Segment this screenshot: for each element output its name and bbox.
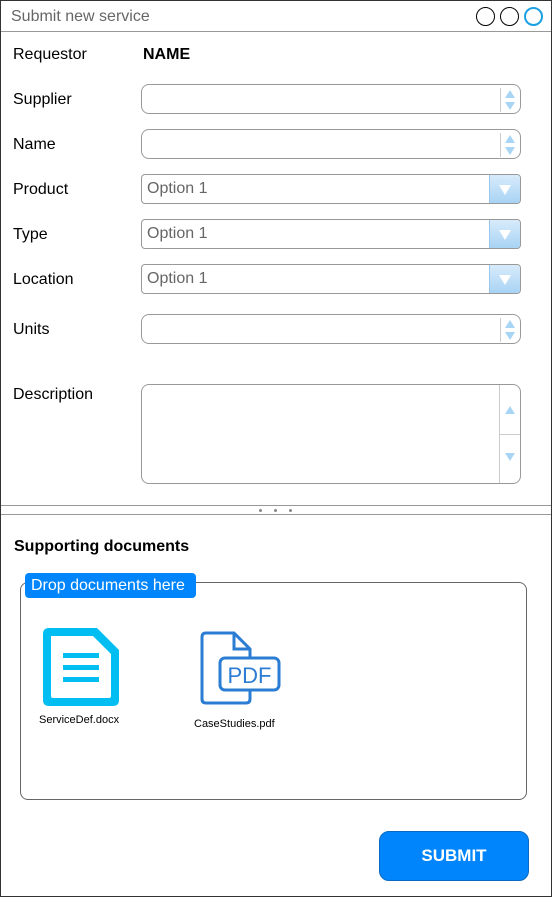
spinner-down-icon[interactable] [505,102,515,110]
pdf-badge-text: PDF [228,663,272,688]
supplier-input[interactable] [141,84,521,114]
product-selected-value: Option 1 [147,180,208,197]
document-icon [43,628,119,706]
file-item-servicedef[interactable] [43,625,123,714]
location-label: Location [13,271,74,288]
location-select[interactable]: Option 1 [141,264,521,294]
title-bar: Submit new service [1,1,551,32]
spinner-separator [500,133,501,157]
requestor-label: Requestor [13,46,87,63]
pdf-icon: PDF [200,631,281,705]
spinner-up-icon[interactable] [505,90,515,98]
units-label: Units [13,321,50,338]
product-select[interactable]: Option 1 [141,174,521,204]
units-input[interactable] [141,314,521,344]
supplier-label: Supplier [13,91,72,108]
description-textarea[interactable] [141,384,521,484]
submit-service-window: Submit new service Requestor NAME Suppli… [0,0,552,897]
spinner-up-icon[interactable] [505,320,515,328]
file-name-label: ServiceDef.docx [39,714,120,726]
window-control-circle-1[interactable] [476,7,495,26]
supporting-documents-heading: Supporting documents [14,538,190,555]
chevron-down-icon [499,185,511,195]
panel-splitter[interactable] [1,505,551,515]
description-label: Description [13,386,94,403]
scroll-up-icon[interactable] [505,406,515,414]
splitter-grip-dot [274,509,277,512]
type-select[interactable]: Option 1 [141,219,521,249]
name-label: Name [13,136,56,153]
window-title: Submit new service [11,8,150,25]
spinner-separator [500,88,501,112]
submit-button[interactable]: SUBMIT [379,831,529,881]
chevron-down-icon [499,275,511,285]
type-label: Type [13,226,48,243]
file-item-casestudies[interactable]: PDF [200,631,282,710]
type-selected-value: Option 1 [147,225,208,242]
splitter-grip-dot [289,509,292,512]
file-name-label: CaseStudies.pdf [194,718,275,730]
drop-zone-label: Drop documents here [25,573,196,598]
product-dropdown-button[interactable] [489,175,520,203]
window-control-circle-3[interactable] [524,7,543,26]
spinner-separator [500,318,501,342]
spinner-up-icon[interactable] [505,135,515,143]
chevron-down-icon [499,230,511,240]
scrollbar-divider [500,434,520,435]
spinner-down-icon[interactable] [505,332,515,340]
type-dropdown-button[interactable] [489,220,520,248]
product-label: Product [13,181,69,198]
splitter-grip-dot [259,509,262,512]
name-input[interactable] [141,129,521,159]
location-dropdown-button[interactable] [489,265,520,293]
location-selected-value: Option 1 [147,270,208,287]
window-control-circle-2[interactable] [500,7,519,26]
spinner-down-icon[interactable] [505,147,515,155]
scroll-down-icon[interactable] [505,453,515,461]
requestor-value: NAME [143,46,191,63]
